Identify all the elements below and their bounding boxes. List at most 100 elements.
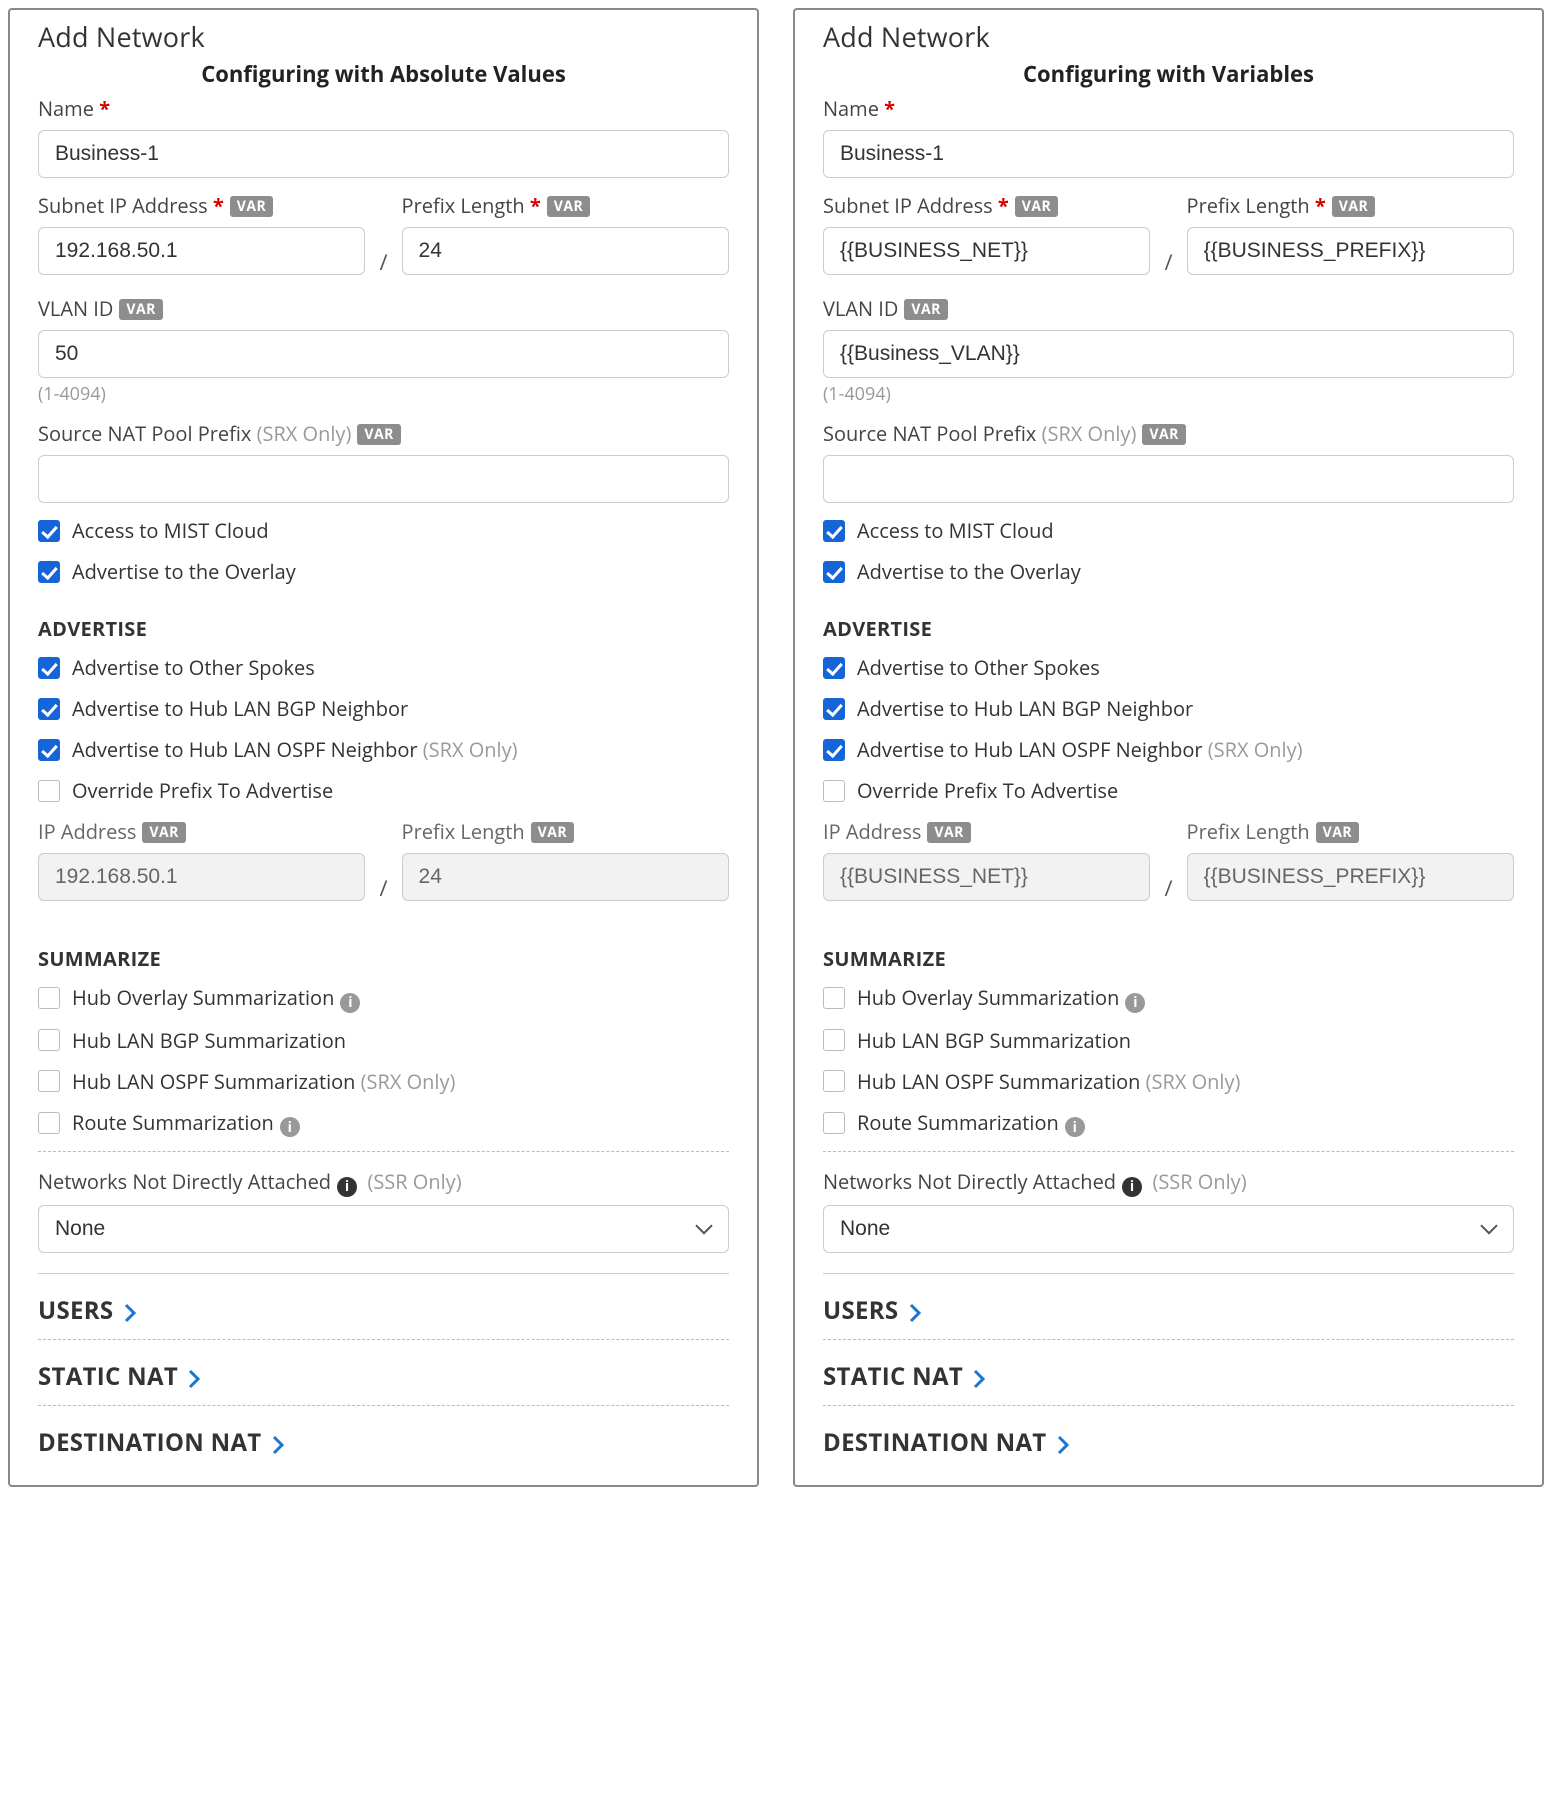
- snat-label: Source NAT Pool Prefix (SRX Only)VAR: [38, 420, 729, 447]
- snat-input[interactable]: [38, 455, 729, 503]
- advertise-hub-bgp-row: Advertise to Hub LAN BGP Neighbor: [38, 695, 729, 722]
- users-expand[interactable]: USERS: [38, 1273, 729, 1339]
- chevron-right-icon: [124, 1303, 138, 1323]
- advertise-overlay-label: Advertise to the Overlay: [857, 558, 1081, 585]
- sum-bgp-checkbox[interactable]: [823, 1029, 845, 1051]
- sum-overlay-checkbox[interactable]: [38, 987, 60, 1009]
- add-network-panel: Add Network Configuring with Absolute Va…: [8, 8, 759, 1487]
- users-expand[interactable]: USERS: [823, 1273, 1514, 1339]
- sum-ospf-row: Hub LAN OSPF Summarization (SRX Only): [823, 1068, 1514, 1095]
- nnd-select[interactable]: [38, 1205, 729, 1253]
- prefix2-field: Prefix LengthVAR: [402, 818, 729, 901]
- snat-input[interactable]: [823, 455, 1514, 503]
- advertise-hub-bgp-row: Advertise to Hub LAN BGP Neighbor: [823, 695, 1514, 722]
- advertise-hub-ospf-label: Advertise to Hub LAN OSPF Neighbor (SRX …: [72, 736, 517, 763]
- static-nat-expand-label: STATIC NAT: [38, 1360, 178, 1393]
- vlan-input[interactable]: [38, 330, 729, 378]
- snat-field: Source NAT Pool Prefix (SRX Only)VAR: [823, 420, 1514, 503]
- destination-nat-expand[interactable]: DESTINATION NAT: [823, 1405, 1514, 1459]
- slash-separator: /: [1164, 873, 1172, 915]
- ip-address-label: IP AddressVAR: [823, 818, 1150, 845]
- var-badge: VAR: [1316, 822, 1360, 843]
- advertise-hub-bgp-checkbox[interactable]: [38, 698, 60, 720]
- sum-bgp-label: Hub LAN BGP Summarization: [72, 1027, 346, 1054]
- advertise-hub-bgp-label: Advertise to Hub LAN BGP Neighbor: [857, 695, 1193, 722]
- sum-bgp-checkbox[interactable]: [38, 1029, 60, 1051]
- info-icon[interactable]: i: [340, 993, 360, 1013]
- nnd-select[interactable]: [823, 1205, 1514, 1253]
- advertise-overlay-row: Advertise to the Overlay: [823, 558, 1514, 585]
- advertise-hub-ospf-row: Advertise to Hub LAN OSPF Neighbor (SRX …: [38, 736, 729, 763]
- var-badge: VAR: [927, 822, 971, 843]
- info-icon[interactable]: i: [280, 1117, 300, 1137]
- access-mist-checkbox[interactable]: [823, 520, 845, 542]
- prefix2-input: [1187, 853, 1514, 901]
- sum-overlay-checkbox[interactable]: [823, 987, 845, 1009]
- summarize-heading: SUMMARIZE: [823, 945, 1514, 972]
- override-prefix-row: Override Prefix To Advertise: [823, 777, 1514, 804]
- prefix-input[interactable]: [402, 227, 729, 275]
- subnet-input[interactable]: [38, 227, 365, 275]
- info-icon[interactable]: i: [1122, 1177, 1142, 1197]
- override-prefix-checkbox[interactable]: [38, 780, 60, 802]
- nnd-label: Networks Not Directly Attachedi (SSR Onl…: [38, 1168, 729, 1197]
- sum-route-label: Route Summarizationi: [72, 1109, 300, 1138]
- prefix-input[interactable]: [1187, 227, 1514, 275]
- name-input[interactable]: [38, 130, 729, 178]
- var-badge: VAR: [904, 299, 948, 320]
- override-prefix-checkbox[interactable]: [823, 780, 845, 802]
- sum-route-checkbox[interactable]: [823, 1112, 845, 1134]
- static-nat-expand[interactable]: STATIC NAT: [38, 1339, 729, 1405]
- summarize-heading: SUMMARIZE: [38, 945, 729, 972]
- name-field: Name: [38, 95, 729, 178]
- subnet-input[interactable]: [823, 227, 1150, 275]
- advertise-hub-ospf-label: Advertise to Hub LAN OSPF Neighbor (SRX …: [857, 736, 1302, 763]
- divider: [823, 1151, 1514, 1152]
- sum-ospf-checkbox[interactable]: [38, 1070, 60, 1092]
- advertise-hub-bgp-checkbox[interactable]: [823, 698, 845, 720]
- var-badge: VAR: [1015, 196, 1059, 217]
- advertise-heading: ADVERTISE: [38, 615, 729, 642]
- vlan-label: VLAN IDVAR: [823, 295, 1514, 322]
- sum-overlay-label: Hub Overlay Summarizationi: [72, 984, 360, 1013]
- access-mist-label: Access to MIST Cloud: [857, 517, 1054, 544]
- var-badge: VAR: [119, 299, 163, 320]
- sum-route-row: Route Summarizationi: [38, 1109, 729, 1138]
- static-nat-expand-label: STATIC NAT: [823, 1360, 963, 1393]
- sum-ospf-label: Hub LAN OSPF Summarization (SRX Only): [857, 1068, 1240, 1095]
- name-field: Name: [823, 95, 1514, 178]
- info-icon[interactable]: i: [1125, 993, 1145, 1013]
- panel-title: Add Network: [38, 18, 729, 55]
- info-icon[interactable]: i: [1065, 1117, 1085, 1137]
- nnd-field: Networks Not Directly Attachedi (SSR Onl…: [38, 1168, 729, 1253]
- advertise-hub-ospf-checkbox[interactable]: [38, 739, 60, 761]
- sum-ospf-checkbox[interactable]: [823, 1070, 845, 1092]
- ip-address-label: IP AddressVAR: [38, 818, 365, 845]
- advertise-overlay-label: Advertise to the Overlay: [72, 558, 296, 585]
- info-icon[interactable]: i: [337, 1177, 357, 1197]
- sum-route-checkbox[interactable]: [38, 1112, 60, 1134]
- vlan-input[interactable]: [823, 330, 1514, 378]
- vlan-label: VLAN IDVAR: [38, 295, 729, 322]
- destination-nat-expand[interactable]: DESTINATION NAT: [38, 1405, 729, 1459]
- access-mist-row: Access to MIST Cloud: [823, 517, 1514, 544]
- destination-nat-expand-label: DESTINATION NAT: [38, 1426, 262, 1459]
- sum-bgp-row: Hub LAN BGP Summarization: [38, 1027, 729, 1054]
- access-mist-checkbox[interactable]: [38, 520, 60, 542]
- nnd-label: Networks Not Directly Attachedi (SSR Onl…: [823, 1168, 1514, 1197]
- var-badge: VAR: [1142, 424, 1186, 445]
- advertise-overlay-checkbox[interactable]: [823, 561, 845, 583]
- static-nat-expand[interactable]: STATIC NAT: [823, 1339, 1514, 1405]
- advertise-hub-bgp-label: Advertise to Hub LAN BGP Neighbor: [72, 695, 408, 722]
- advertise-hub-ospf-checkbox[interactable]: [823, 739, 845, 761]
- sum-route-label: Route Summarizationi: [857, 1109, 1085, 1138]
- advertise-overlay-checkbox[interactable]: [38, 561, 60, 583]
- panel-title: Add Network: [823, 18, 1514, 55]
- panel-subtitle: Configuring with Absolute Values: [38, 59, 729, 89]
- advertise-spokes-checkbox[interactable]: [823, 657, 845, 679]
- advertise-spokes-checkbox[interactable]: [38, 657, 60, 679]
- advertise-spokes-label: Advertise to Other Spokes: [857, 654, 1100, 681]
- snat-field: Source NAT Pool Prefix (SRX Only)VAR: [38, 420, 729, 503]
- name-input[interactable]: [823, 130, 1514, 178]
- prefix-field: Prefix LengthVAR: [1187, 192, 1514, 275]
